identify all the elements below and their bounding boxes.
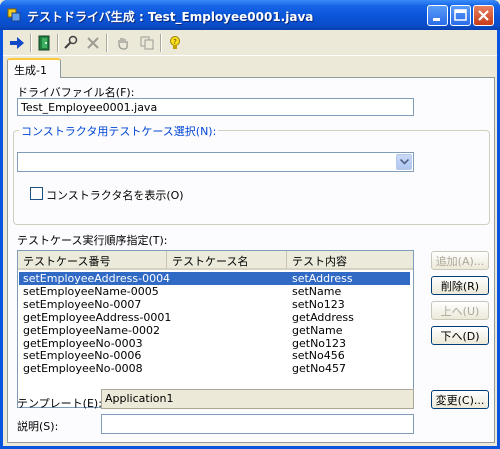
- close-icon: [478, 10, 489, 21]
- copy-button[interactable]: [137, 33, 157, 53]
- show-constructor-checkbox[interactable]: [30, 187, 43, 200]
- arrow-right-icon: [10, 37, 24, 49]
- table-cell-id: setEmployeeNo-0007: [23, 297, 142, 311]
- table-row[interactable]: getEmployeeNo-0003 getNo123: [19, 337, 410, 350]
- table-row[interactable]: getEmployeeNo-0008 getNo457: [19, 362, 410, 375]
- title-bar[interactable]: テストドライバ生成 : Test_Employee0001.java: [0, 0, 500, 30]
- hand-icon: [118, 38, 128, 50]
- table-row[interactable]: setEmployeeNo-0007 setNo123: [19, 298, 410, 311]
- driver-file-input[interactable]: Test_Employee0001.java: [17, 98, 414, 116]
- run-button[interactable]: [7, 33, 27, 53]
- help-button[interactable]: ?: [165, 33, 185, 53]
- template-label: テンプレート(E):: [17, 397, 102, 410]
- toolbar: ?: [3, 30, 497, 56]
- table-row[interactable]: getEmployeeAddress-0001 getAddress: [19, 311, 410, 324]
- minimize-button[interactable]: [427, 5, 448, 26]
- exit-button[interactable]: [34, 33, 54, 53]
- delete-toolbar-button[interactable]: [83, 33, 103, 53]
- app-icon: [7, 8, 21, 22]
- wand-icon: [64, 35, 78, 49]
- help-bulb-icon: ?: [170, 36, 180, 49]
- template-field: Application1: [101, 389, 414, 409]
- hand-button[interactable]: [113, 33, 133, 53]
- constructor-groupbox: [13, 130, 490, 225]
- table-row[interactable]: setEmployeeAddress-0004 setAddress: [19, 272, 410, 285]
- window-title: テストドライバ生成 : Test_Employee0001.java: [27, 10, 314, 24]
- change-button[interactable]: 変更(C)...: [431, 390, 489, 409]
- show-constructor-label: コンストラクタ名を表示(O): [46, 189, 184, 202]
- table-cell-id: setEmployeeName-0005: [23, 284, 159, 298]
- table-cell-id: setEmployeeNo-0006: [23, 349, 142, 363]
- close-button[interactable]: [473, 5, 494, 26]
- move-down-button[interactable]: 下へ(D): [431, 326, 489, 345]
- table-cell-id: getEmployeeAddress-0001: [23, 310, 172, 324]
- table-cell-content: setName: [292, 284, 342, 298]
- tab-panel: ドライバファイル名(F): Test_Employee0001.java コンス…: [7, 77, 495, 443]
- table-cell-id: setEmployeeAddress-0004: [23, 272, 171, 285]
- tab-generate-1[interactable]: 生成-1: [7, 58, 61, 78]
- tab-label: 生成-1: [14, 64, 47, 77]
- exit-door-icon: [38, 35, 50, 51]
- maximize-icon: [454, 9, 467, 21]
- move-up-button[interactable]: 上へ(U): [431, 301, 489, 320]
- table-cell-content: setAddress: [292, 272, 353, 285]
- column-header-testcase-name[interactable]: テストケース名: [167, 251, 287, 268]
- description-input[interactable]: [101, 414, 414, 434]
- description-label: 説明(S):: [17, 420, 59, 433]
- dialog-window: テストドライバ生成 : Test_Employee0001.java ? 生成-…: [0, 0, 500, 449]
- constructor-testcase-select[interactable]: [17, 152, 414, 172]
- delete-x-icon: [87, 37, 99, 49]
- chevron-down-icon[interactable]: [396, 154, 412, 170]
- table-cell-content: setNo123: [292, 297, 345, 311]
- table-row[interactable]: getEmployeeName-0002 getName: [19, 324, 410, 337]
- table-cell-content: getNo457: [292, 362, 347, 376]
- table-cell-content: setNo456: [292, 349, 345, 363]
- add-button[interactable]: 追加(A)...: [431, 251, 489, 270]
- table-cell-content: getAddress: [292, 310, 354, 324]
- copy-icon: [140, 36, 154, 50]
- table-cell-id: getEmployeeNo-0003: [23, 336, 143, 350]
- table-cell-content: getName: [292, 323, 343, 337]
- table-row[interactable]: setEmployeeName-0005 setName: [19, 285, 410, 298]
- table-cell-id: getEmployeeNo-0008: [23, 362, 143, 376]
- constructor-group-caption: コンストラクタ用テストケース選択(N):: [19, 123, 219, 139]
- minimize-icon: [433, 18, 440, 21]
- list-header: テストケース番号 テストケース名 テスト内容: [18, 251, 413, 270]
- dialog-client: ? 生成-1 ドライバファイル名(F): Test_Employee0001.j…: [3, 30, 497, 446]
- maximize-button[interactable]: [450, 5, 471, 26]
- table-row[interactable]: setEmployeeNo-0006 setNo456: [19, 349, 410, 362]
- column-header-testcase-no[interactable]: テストケース番号: [18, 251, 167, 268]
- table-cell-id: getEmployeeName-0002: [23, 323, 160, 337]
- column-header-test-content[interactable]: テスト内容: [287, 251, 413, 268]
- table-cell-content: getNo123: [292, 336, 347, 350]
- delete-button[interactable]: 削除(R): [431, 276, 489, 295]
- exec-order-label: テストケース実行順序指定(T):: [17, 234, 168, 247]
- testcase-order-list[interactable]: テストケース番号 テストケース名 テスト内容 setEmployeeAddres…: [17, 250, 414, 408]
- svg-text:?: ?: [173, 38, 177, 46]
- wand-button[interactable]: [61, 33, 81, 53]
